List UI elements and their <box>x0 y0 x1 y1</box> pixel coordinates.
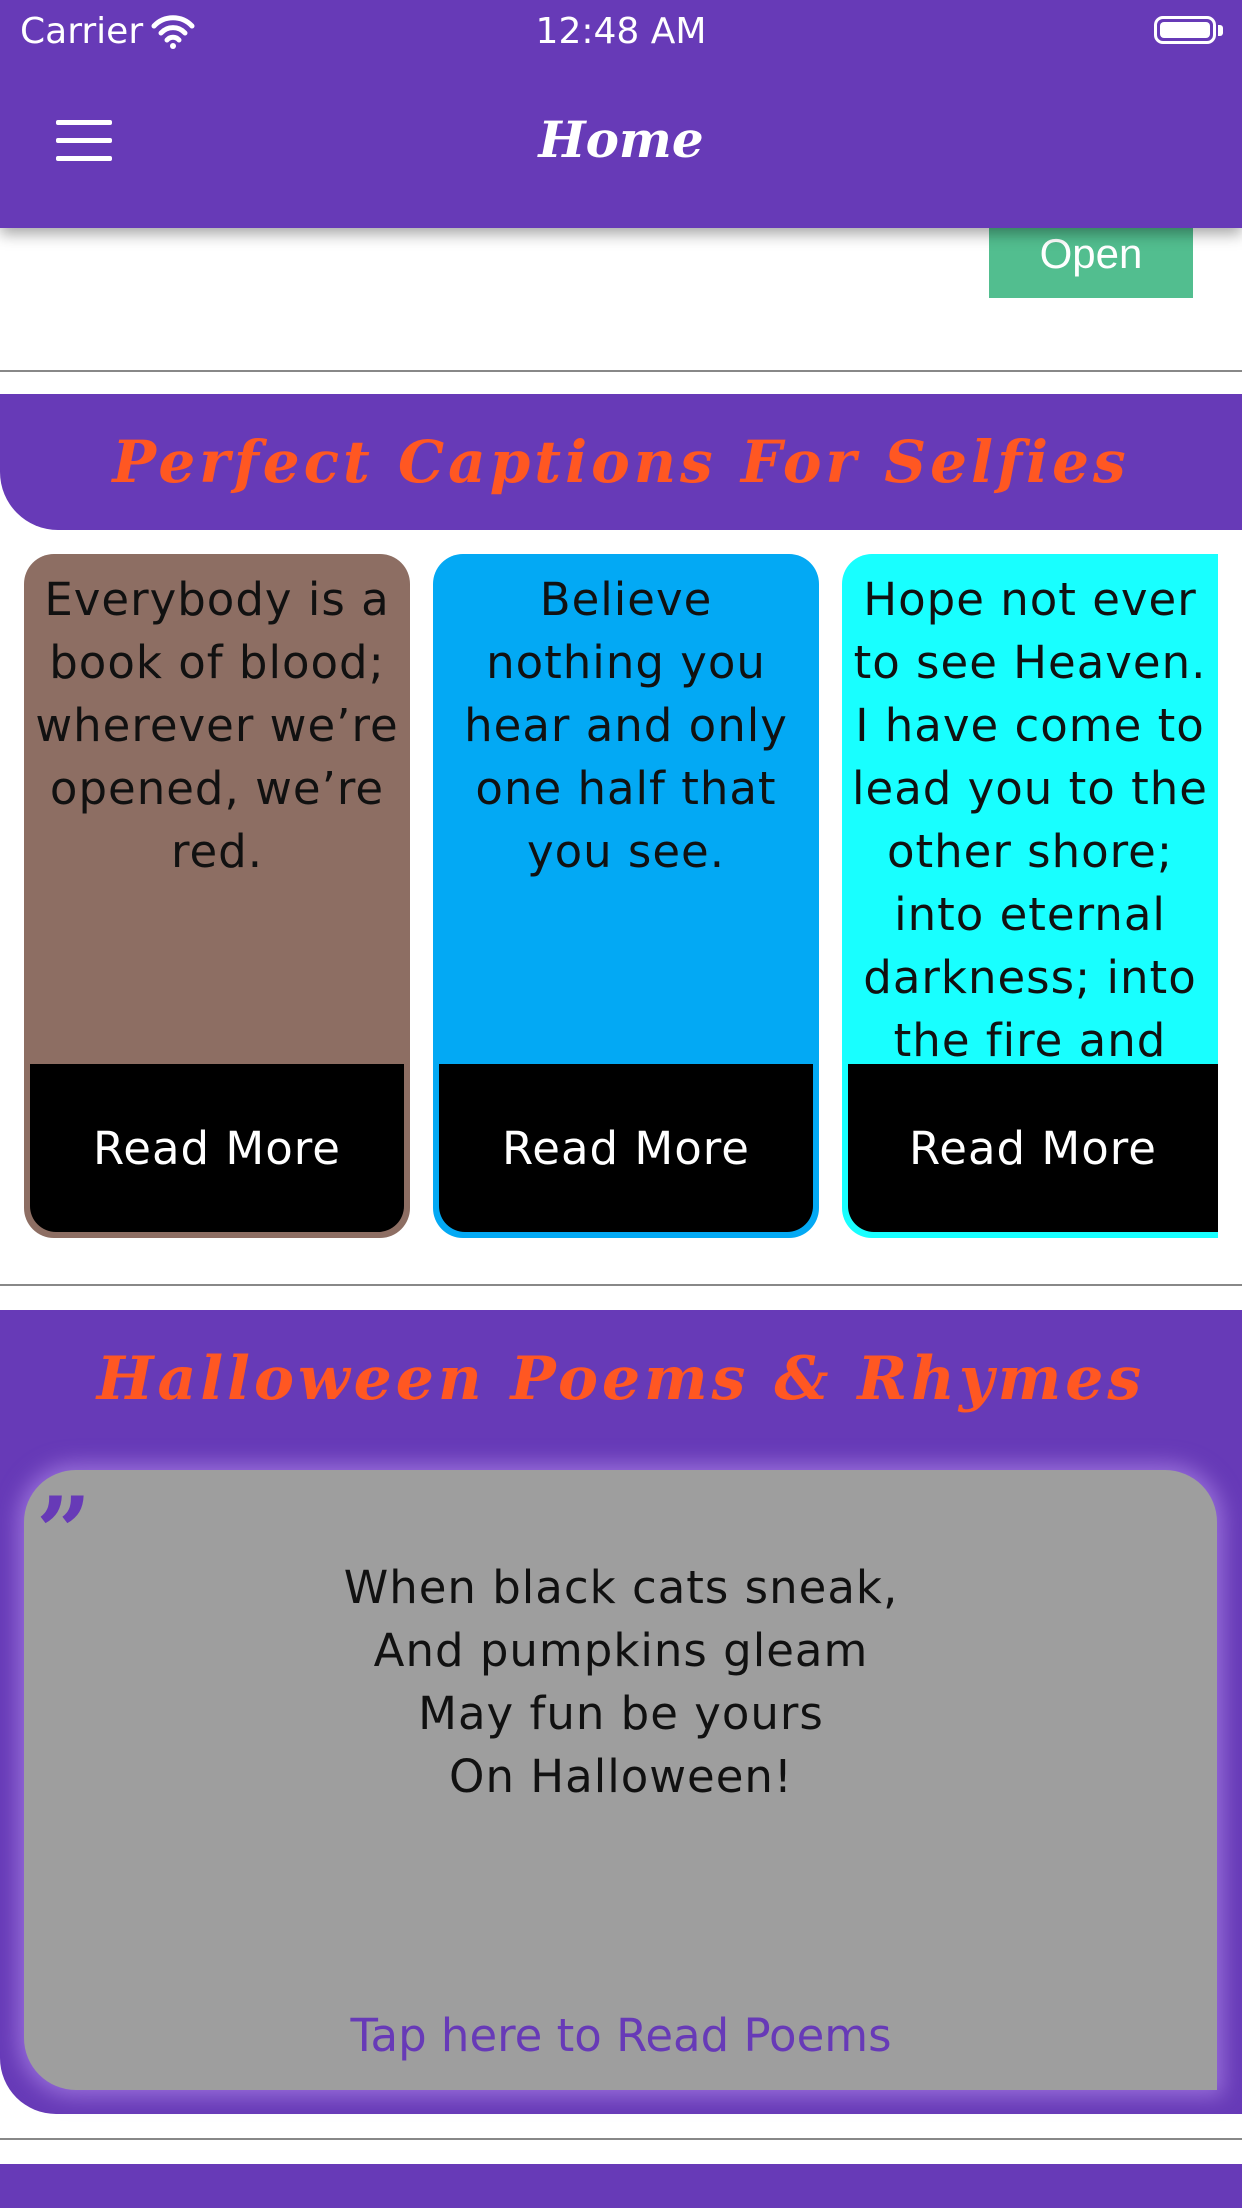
battery-tip <box>1218 25 1223 36</box>
section-divider <box>0 2138 1242 2140</box>
poem-line: On Halloween! <box>449 1750 793 1803</box>
battery-icon <box>1154 16 1216 44</box>
open-button[interactable]: Open <box>989 228 1193 298</box>
caption-card: Everybody is a book of blood; wherever w… <box>24 554 410 1238</box>
read-poems-link[interactable]: Tap here to Read Poems <box>0 2006 1242 2066</box>
caption-card: Hope not ever to see Heaven. I have come… <box>842 554 1218 1238</box>
next-section-header <box>0 2164 1242 2208</box>
poem-line: May fun be yours <box>418 1687 824 1740</box>
read-more-button[interactable]: Read More <box>848 1064 1218 1232</box>
read-more-button[interactable]: Read More <box>439 1064 813 1232</box>
caption-text: Hope not ever to see Heaven. I have come… <box>852 573 1208 1067</box>
page-title: Home <box>538 110 704 169</box>
section-divider <box>0 370 1242 372</box>
poem-line: And pumpkins gleam <box>373 1624 869 1677</box>
status-time: 12:48 AM <box>535 11 707 52</box>
read-more-button[interactable]: Read More <box>30 1064 404 1232</box>
section-divider <box>0 1284 1242 1286</box>
caption-text: Believe nothing you hear and only one ha… <box>464 573 788 878</box>
poem-line: When black cats sneak, <box>343 1561 899 1614</box>
poems-title: Halloween Poems & Rhymes <box>96 1344 1146 1414</box>
caption-card: Believe nothing you hear and only one ha… <box>433 554 819 1238</box>
open-button-label: Open <box>1039 230 1143 277</box>
caption-text: Everybody is a book of blood; wherever w… <box>35 573 399 878</box>
captions-title: Perfect Captions For Selfies <box>112 428 1130 496</box>
